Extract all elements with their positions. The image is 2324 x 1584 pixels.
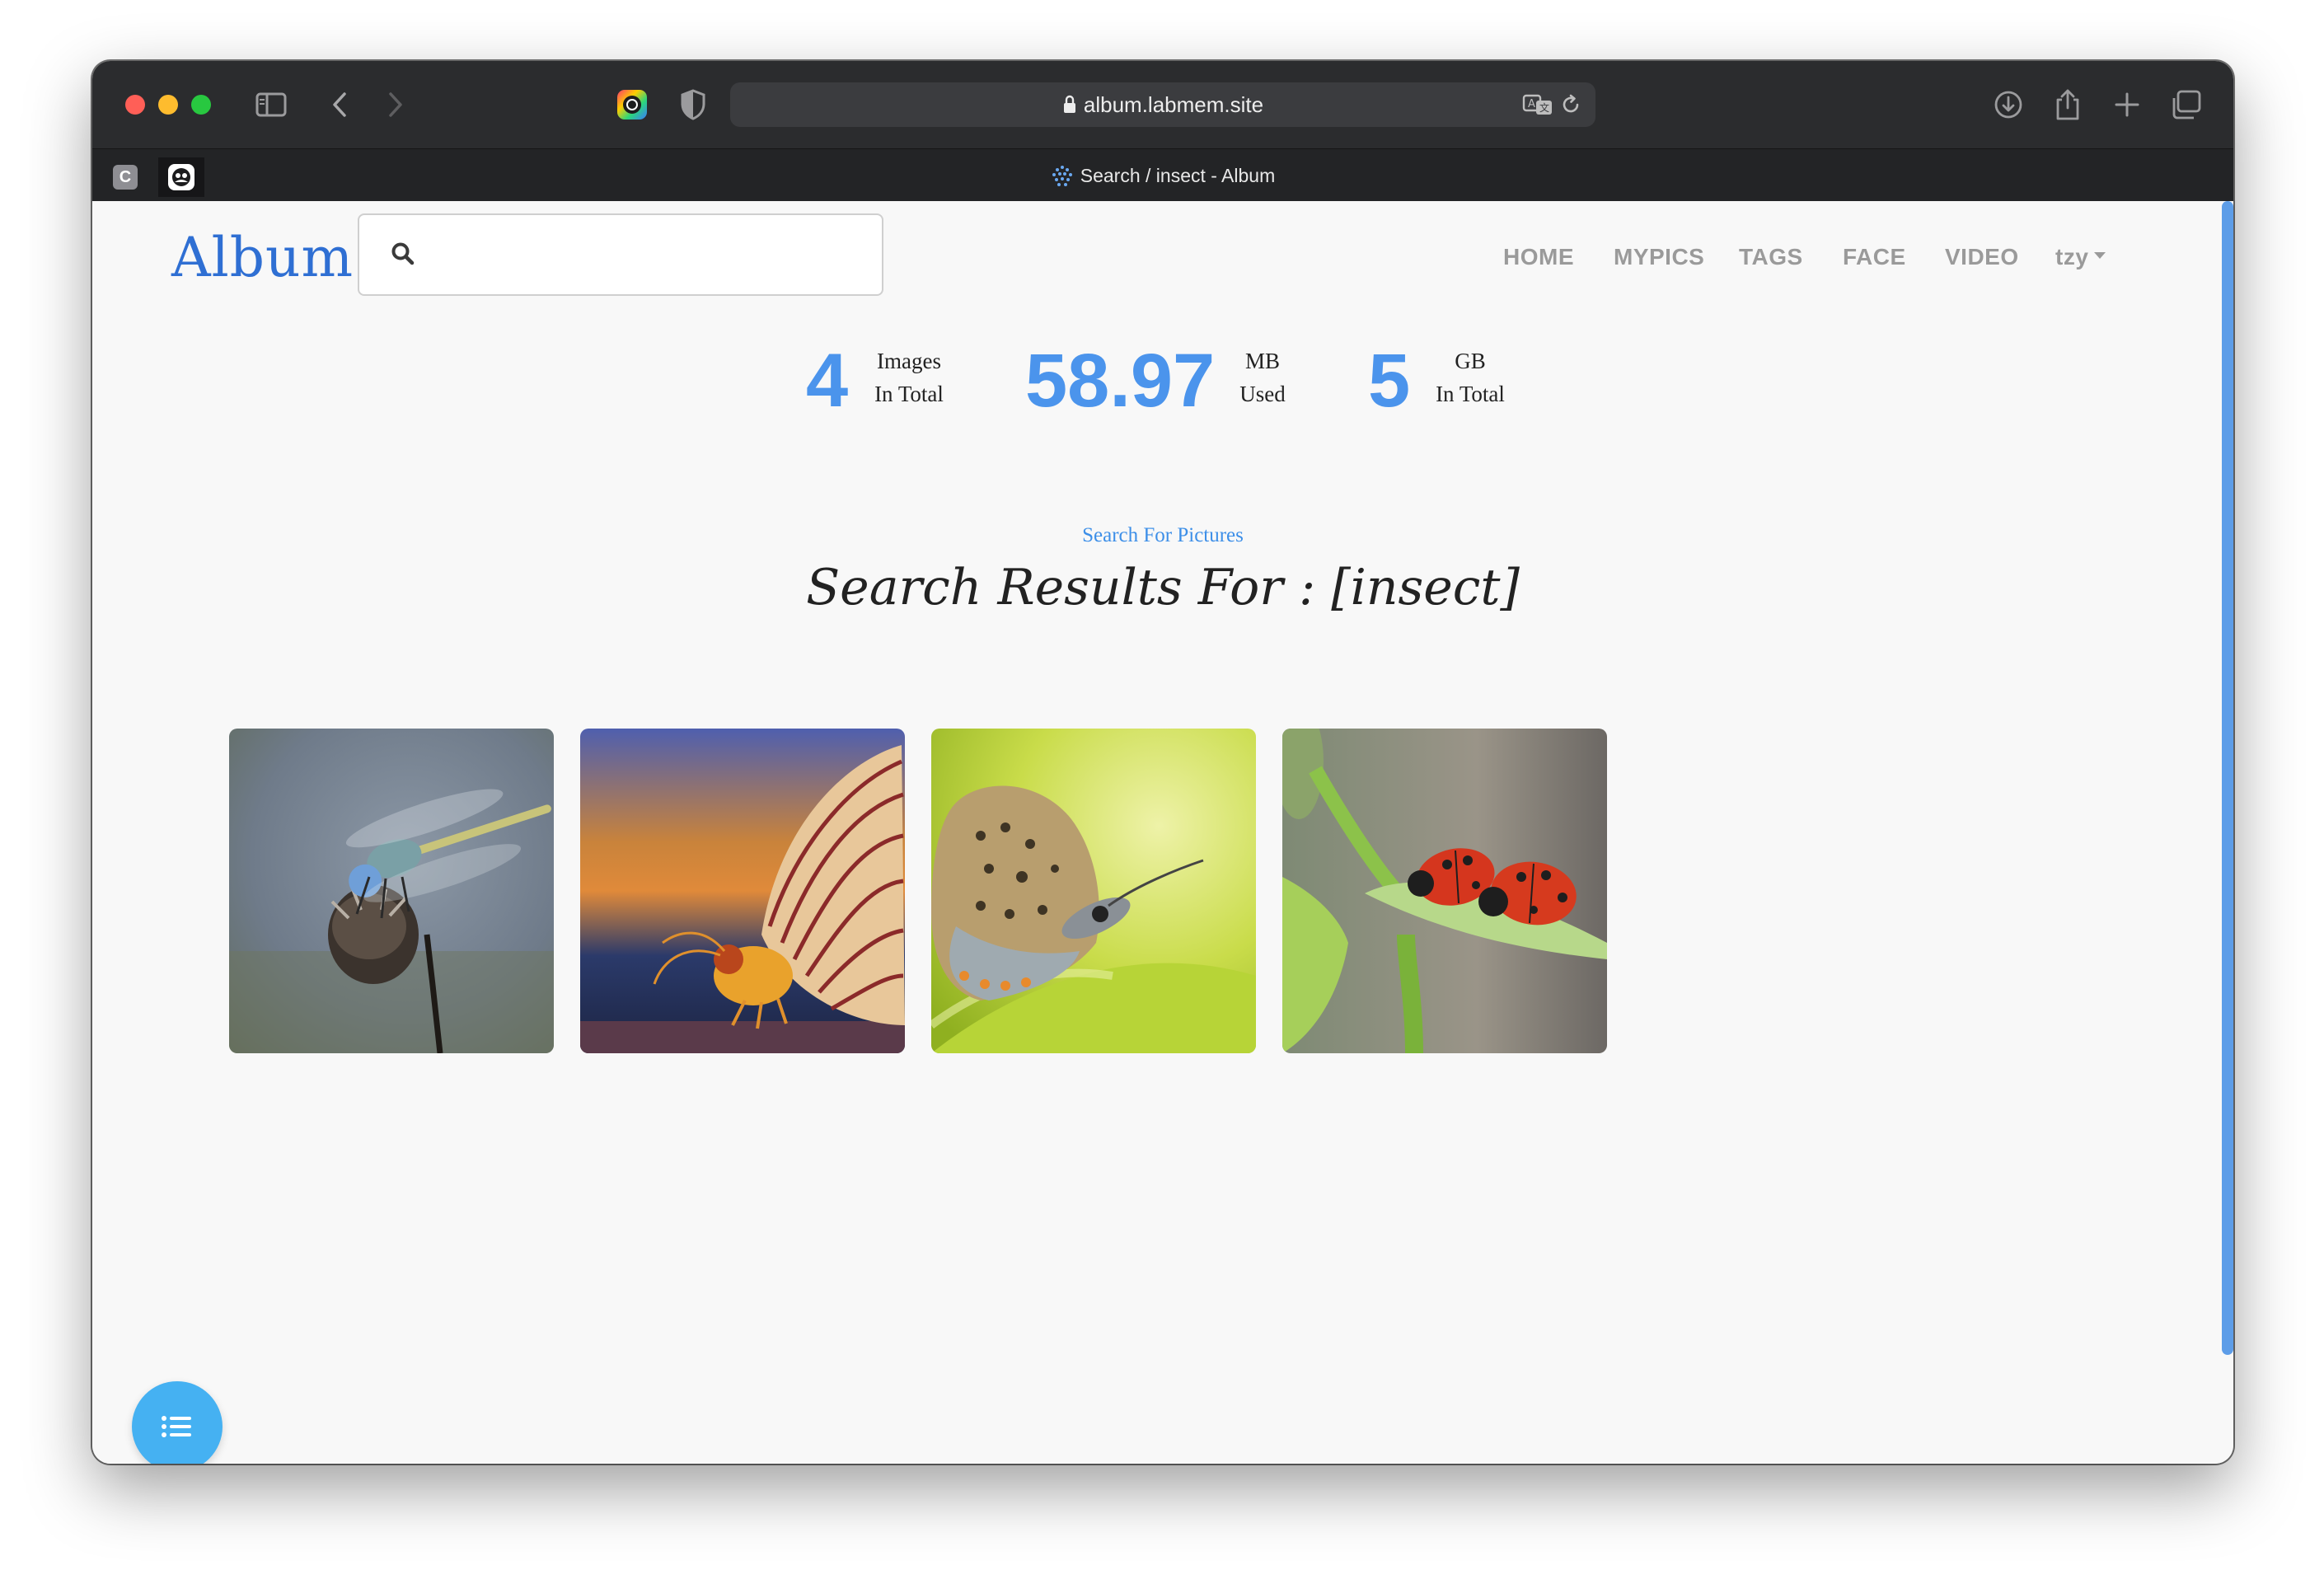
page-content: Album HOME MYPICS TAGS FACE VIDEO tzy 4 … [92, 201, 2233, 1464]
back-chevron-icon[interactable] [323, 86, 356, 124]
nav-home[interactable]: HOME [1503, 244, 1574, 270]
result-image-ladybugs[interactable] [1282, 729, 1607, 1053]
downloads-icon[interactable] [1989, 86, 2027, 124]
svg-text:文: 文 [1539, 101, 1549, 114]
address-bar[interactable]: album.labmem.site A文 [730, 82, 1595, 127]
page-title: Search Results For : [insect] [806, 559, 1520, 616]
close-window-button[interactable] [125, 95, 145, 115]
nav-mypics[interactable]: MYPICS [1614, 244, 1704, 270]
result-image-butterfly[interactable] [931, 729, 1256, 1053]
lock-icon [1063, 95, 1075, 113]
color-extension-icon[interactable] [613, 86, 651, 124]
active-tab[interactable]: Search / insect - Album [92, 149, 2233, 202]
url-text: album.labmem.site [1083, 92, 1264, 117]
search-icon [391, 241, 415, 270]
storage-total: 5 [1368, 339, 1411, 423]
new-tab-plus-icon[interactable] [2108, 86, 2146, 124]
search-input[interactable] [433, 232, 865, 279]
caret-down-icon [2094, 252, 2106, 259]
translate-icon[interactable]: A文 [1521, 86, 1554, 124]
image-count-label: Images In Total [874, 349, 944, 406]
user-name: tzy [2055, 244, 2089, 269]
browser-window: album.labmem.site A文 C Search / insect -… [92, 61, 2233, 1464]
sidebar-toggle-icon[interactable] [252, 86, 290, 124]
storage-total-label: GB In Total [1436, 349, 1505, 406]
user-menu[interactable]: tzy [2055, 244, 2106, 270]
image-count: 4 [806, 339, 849, 423]
nav-tags[interactable]: TAGS [1739, 244, 1803, 270]
result-image-moth[interactable] [580, 729, 905, 1053]
reload-icon[interactable] [1556, 86, 1586, 124]
storage-used: 58.97 [1025, 339, 1216, 423]
nav-face[interactable]: FACE [1843, 244, 1906, 270]
site-favicon-icon [1052, 166, 1072, 186]
result-image-dragonfly[interactable] [229, 729, 554, 1053]
svg-text:A: A [1528, 98, 1535, 110]
storage-used-label: MB Used [1239, 349, 1286, 406]
zoom-window-button[interactable] [191, 95, 211, 115]
menu-fab-button[interactable] [132, 1381, 223, 1464]
share-icon[interactable] [2049, 86, 2087, 124]
tab-bar: C Search / insect - Album [92, 148, 2233, 202]
tab-overview-icon[interactable] [2167, 86, 2205, 124]
list-icon [162, 1416, 191, 1437]
site-logo[interactable]: Album [171, 226, 354, 289]
minimize-window-button[interactable] [158, 95, 178, 115]
tab-title-text: Search / insect - Album [1080, 165, 1276, 186]
forward-chevron-icon[interactable] [379, 86, 412, 124]
nav-video[interactable]: VIDEO [1945, 244, 2019, 270]
search-box[interactable] [358, 213, 883, 296]
stats-bar: 4 Images In Total 58.97 MB Used 5 GB In Tot… [92, 333, 2233, 432]
search-subtitle: Search For Pictures [1082, 524, 1244, 546]
privacy-shield-icon[interactable] [674, 86, 712, 124]
browser-toolbar: album.labmem.site A文 [92, 61, 2233, 148]
